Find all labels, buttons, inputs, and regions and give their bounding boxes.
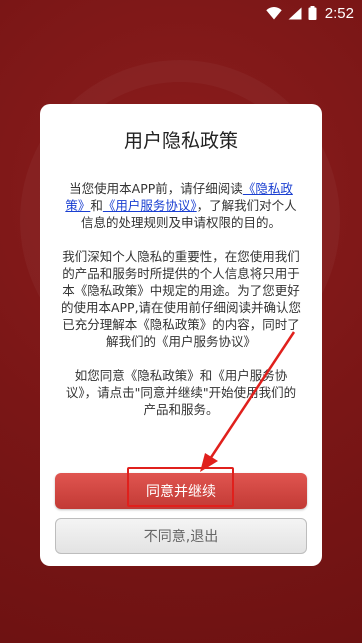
intro-text-1: 当您使用本APP前，请仔细阅读 <box>69 181 243 196</box>
consent-paragraph: 如您同意《隐私政策》和《用户服务协议》，请点击"同意并继续"开始使用我们的产品和… <box>65 368 297 417</box>
intro-text-2: 和 <box>90 198 103 213</box>
user-agreement-link[interactable]: 《用户服务协议》 <box>103 198 197 213</box>
intro-paragraph: 当您使用本APP前，请仔细阅读《隐私政策》和《用户服务协议》，了解我们对个人信息… <box>60 180 302 231</box>
status-bar: 2:52 <box>0 0 362 26</box>
privacy-paragraph: 我们深知个人隐私的重要性，在您使用我们的产品和服务时所提供的个人信息将只用于本《… <box>60 249 302 349</box>
disagree-button[interactable]: 不同意,退出 <box>55 518 307 554</box>
dialog-body: 当您使用本APP前，请仔细阅读《隐私政策》和《用户服务协议》，了解我们对个人信息… <box>60 180 302 435</box>
battery-icon <box>308 6 317 20</box>
signal-icon <box>288 7 302 20</box>
wifi-icon <box>266 6 282 20</box>
dialog-title: 用户隐私政策 <box>123 130 238 152</box>
status-time: 2:52 <box>324 4 354 22</box>
highlight-annotation <box>127 467 234 507</box>
